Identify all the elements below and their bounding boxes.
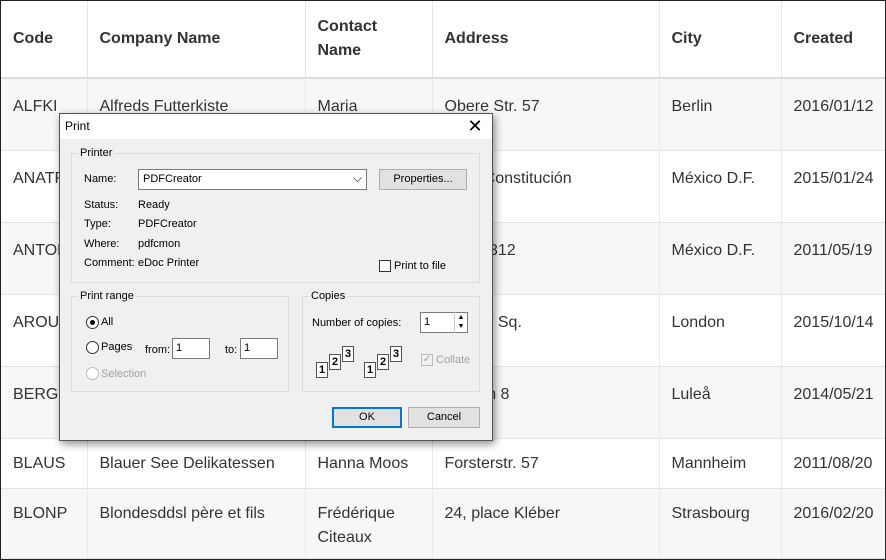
status-value: Ready (138, 199, 170, 211)
cell-created: 2011/05/19 (781, 222, 885, 295)
collate-page-3: 3 (342, 346, 354, 362)
cell-city: Mannheim (659, 438, 782, 489)
collate-pages-icon: 3 2 1 (316, 346, 360, 380)
collate-page-3: 3 (390, 346, 402, 362)
cell-address: Forsterstr. 57 (432, 438, 660, 489)
from-label: from: (145, 344, 171, 356)
cell-city: México D.F. (659, 222, 782, 295)
collate-pages-icon: 3 2 1 (364, 346, 408, 380)
copies-label: Copies (311, 290, 346, 302)
cell-city: Luleå (659, 366, 782, 439)
where-value: pdfcmon (138, 238, 181, 250)
printer-name-select[interactable]: PDFCreator ⌵ (138, 169, 367, 190)
contact-text: Frédérique Citeaux (317, 504, 395, 546)
print-dialog: Print ✕ Printer Name: PDFCreator ⌵ Prope… (59, 113, 493, 441)
cell-code: BLAUS (1, 438, 88, 489)
print-range-pages-radio[interactable] (86, 341, 99, 354)
check-icon: ✓ (422, 354, 432, 365)
collate-page-2: 2 (377, 354, 389, 370)
print-to-file-checkbox[interactable] (379, 260, 391, 272)
column-header-city[interactable]: City (659, 1, 782, 79)
print-range-selection-radio[interactable] (86, 367, 99, 380)
cell-created: 2011/08/20 (781, 438, 885, 489)
cell-code: BLONP (1, 488, 88, 559)
comment-value: eDoc Printer (138, 257, 200, 269)
column-header-company-name[interactable]: Company Name (87, 1, 306, 79)
close-icon[interactable]: ✕ (458, 114, 492, 139)
cell-address: 24, place Kléber (432, 488, 660, 559)
print-range-all-label[interactable]: All (101, 316, 113, 328)
number-of-copies-label: Number of copies: (312, 317, 402, 329)
collate-label[interactable]: Collate (436, 354, 470, 366)
cell-company: Blauer See Delikatessen (87, 438, 306, 489)
print-range-pages-label[interactable]: Pages (101, 341, 132, 353)
copies-spinner[interactable]: ▲ ▼ (454, 312, 467, 333)
cell-created: 2016/01/12 (781, 78, 885, 151)
printer-name-label: Name: (84, 173, 117, 185)
spin-down-icon[interactable]: ▼ (455, 322, 467, 331)
column-header-contact-name[interactable]: Contact Name (305, 1, 433, 79)
to-page-input[interactable]: 1 (240, 338, 278, 359)
collate-page-1: 1 (364, 362, 376, 378)
dialog-title: Print (65, 119, 90, 133)
column-header-code[interactable]: Code (1, 1, 88, 79)
collate-page-2: 2 (329, 354, 341, 370)
column-header-address[interactable]: Address (432, 1, 660, 79)
print-to-file-label[interactable]: Print to file (394, 260, 446, 272)
printer-name-value: PDFCreator (143, 173, 202, 185)
cell-city: London (659, 294, 782, 367)
from-page-input[interactable]: 1 (172, 338, 210, 359)
cell-created: 2014/05/21 (781, 366, 885, 439)
cell-created: 2016/02/20 (781, 488, 885, 559)
chevron-down-icon: ⌵ (352, 171, 362, 185)
ok-button[interactable]: OK (332, 407, 402, 428)
properties-button[interactable]: Properties... (379, 169, 467, 190)
table-header-row: Code Company Name Contact Name Address C… (1, 1, 885, 79)
where-label: Where: (84, 238, 120, 250)
spin-up-icon[interactable]: ▲ (455, 313, 467, 322)
status-label: Status: (84, 199, 119, 211)
cell-created: 2015/10/14 (781, 294, 885, 367)
cell-city: Strasbourg (659, 488, 782, 559)
contact-header-label: Contact Name (317, 18, 378, 59)
print-range-selection-label[interactable]: Selection (101, 368, 146, 380)
print-range-label: Print range (80, 290, 134, 302)
cell-city: Berlin (659, 78, 782, 151)
cell-created: 2015/01/24 (781, 150, 885, 223)
type-label: Type: (84, 218, 111, 230)
dialog-titlebar[interactable]: Print ✕ (60, 114, 492, 139)
to-label: to: (225, 344, 238, 356)
cell-city: México D.F. (659, 150, 782, 223)
collate-checkbox[interactable]: ✓ (421, 354, 433, 366)
printer-group-label: Printer (80, 147, 113, 159)
column-header-created[interactable]: Created (781, 1, 885, 79)
table-row[interactable]: BLONP Blondesddsl père et fils Frédériqu… (1, 488, 885, 559)
table-row[interactable]: BLAUS Blauer See Delikatessen Hanna Moos… (1, 438, 885, 489)
comment-label: Comment: (84, 257, 135, 269)
cell-contact: Frédérique Citeaux (305, 488, 433, 559)
print-range-all-radio[interactable] (86, 316, 99, 329)
cell-company: Blondesddsl père et fils (87, 488, 306, 559)
customer-grid-page: Code Company Name Contact Name Address C… (0, 0, 886, 560)
cancel-button[interactable]: Cancel (408, 407, 480, 428)
type-value: PDFCreator (138, 218, 197, 230)
cell-contact: Hanna Moos (305, 438, 433, 489)
collate-page-1: 1 (316, 362, 328, 378)
